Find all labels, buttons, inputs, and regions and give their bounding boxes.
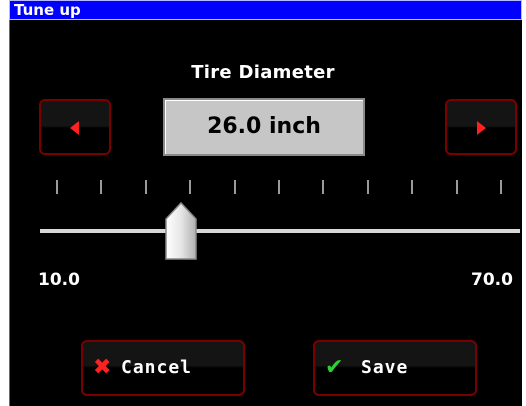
- slider-tick: [456, 180, 458, 194]
- slider-tick: [500, 180, 502, 194]
- slider-tick: [145, 180, 147, 194]
- slider-thumb[interactable]: [163, 201, 199, 261]
- save-button[interactable]: ✔ Save: [313, 340, 477, 396]
- cancel-label: Cancel: [121, 357, 193, 378]
- slider-tick: [56, 180, 58, 194]
- slider-track[interactable]: [40, 229, 520, 233]
- checkmark-icon: ✔: [325, 355, 344, 380]
- slider-tick: [411, 180, 413, 194]
- slider-tick: [322, 180, 324, 194]
- x-icon: ✖: [93, 355, 112, 380]
- slider-tick: [189, 180, 191, 194]
- save-label: Save: [361, 357, 409, 378]
- slider-tick: [367, 180, 369, 194]
- slider-tick: [278, 180, 280, 194]
- slider-tick: [234, 180, 236, 194]
- slider-max-label: 70.0: [471, 270, 513, 290]
- slider-min-label: 10.0: [38, 270, 80, 290]
- cancel-button[interactable]: ✖ Cancel: [81, 340, 245, 396]
- slider-tick: [100, 180, 102, 194]
